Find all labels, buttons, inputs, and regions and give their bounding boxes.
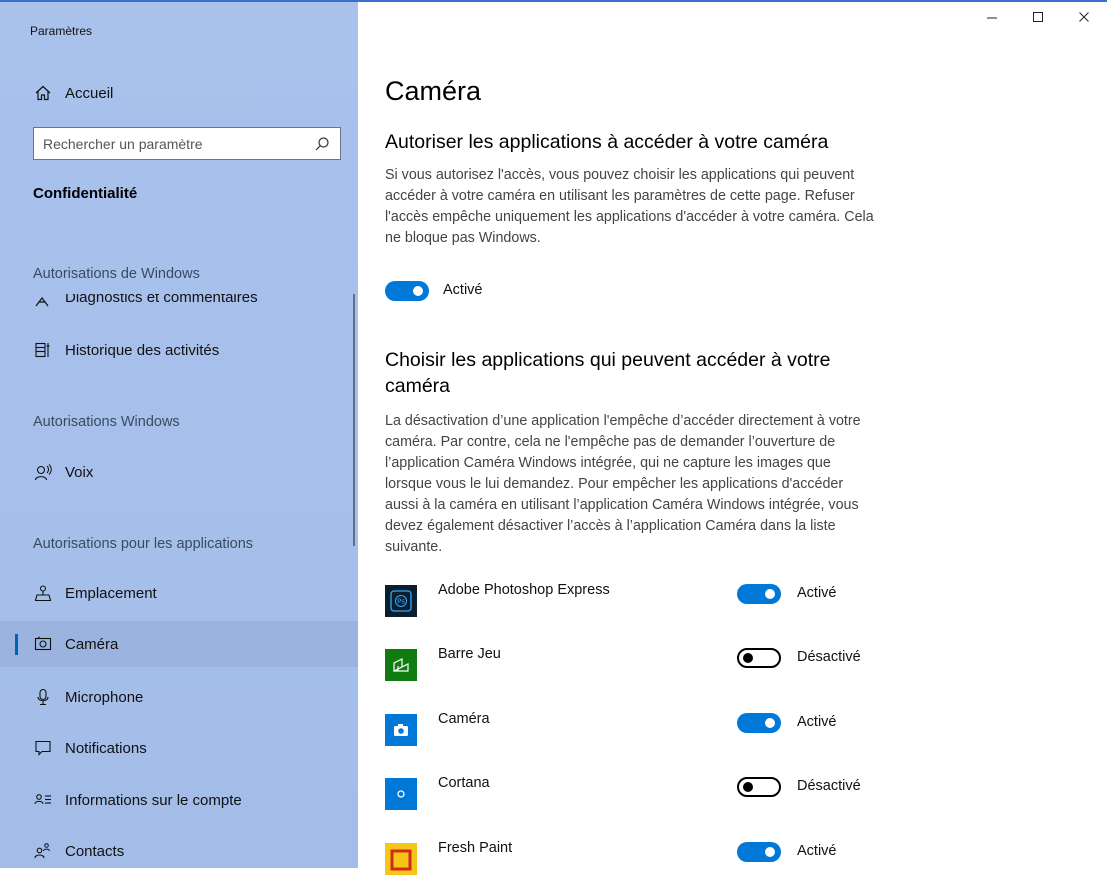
sidebar-item-label: Contacts bbox=[65, 842, 125, 860]
app-name: Fresh Paint bbox=[438, 840, 513, 856]
app-camera-toggle[interactable] bbox=[737, 648, 781, 668]
section-heading-choose-apps: Choisir les applications qui peuvent acc… bbox=[385, 349, 831, 397]
group-heading: Autorisations Windows bbox=[33, 414, 180, 430]
maximize-button[interactable] bbox=[1015, 0, 1061, 34]
global-camera-toggle[interactable] bbox=[385, 281, 429, 301]
app-name: Barre Jeu bbox=[438, 646, 501, 662]
app-camera-toggle[interactable] bbox=[737, 713, 781, 733]
contacts-icon bbox=[33, 841, 53, 861]
sidebar-item-label: Microphone bbox=[65, 688, 144, 706]
page-title: Caméra bbox=[385, 76, 482, 106]
app-row: Ps Adobe Photoshop Express Activé bbox=[385, 580, 1107, 630]
sidebar-item-home[interactable]: Accueil bbox=[0, 70, 358, 116]
svg-text:Ps: Ps bbox=[397, 598, 405, 606]
sidebar-item-label: Notifications bbox=[65, 739, 147, 757]
sidebar-item-label: Informations sur le compte bbox=[65, 791, 242, 809]
minimize-button[interactable] bbox=[969, 0, 1015, 34]
sidebar-item-notifications[interactable]: Notifications bbox=[0, 725, 358, 771]
sidebar-item-label: Accueil bbox=[65, 84, 114, 102]
home-icon bbox=[33, 83, 53, 103]
sidebar-item-label: Voix bbox=[65, 463, 94, 481]
search-box[interactable] bbox=[33, 127, 341, 160]
app-name: Adobe Photoshop Express bbox=[438, 582, 610, 598]
camera-app-icon bbox=[385, 714, 417, 746]
sidebar-item-label: Emplacement bbox=[65, 584, 157, 602]
category-heading: Confidentialité bbox=[33, 185, 138, 202]
app-name: Cortana bbox=[438, 775, 490, 791]
location-icon bbox=[33, 583, 53, 603]
sidebar: Paramètres Accueil Confidentialité Autor… bbox=[0, 2, 358, 868]
app-row: Caméra Activé bbox=[385, 709, 1107, 759]
maximize-icon bbox=[1033, 12, 1043, 22]
app-camera-toggle[interactable] bbox=[737, 842, 781, 862]
search-input[interactable] bbox=[34, 134, 314, 153]
fresh-paint-icon bbox=[385, 843, 417, 875]
toggle-state-label: Activé bbox=[797, 585, 837, 601]
window-controls bbox=[969, 0, 1107, 34]
close-button[interactable] bbox=[1061, 0, 1107, 34]
cortana-icon bbox=[385, 778, 417, 810]
sidebar-item-label: Historique des activités bbox=[65, 341, 220, 359]
toggle-state-label: Activé bbox=[797, 843, 837, 859]
sidebar-item-microphone[interactable]: Microphone bbox=[0, 674, 358, 720]
app-title: Paramètres bbox=[30, 24, 93, 38]
group-heading: Autorisations de Windows bbox=[33, 266, 200, 282]
sidebar-item-voice[interactable]: Voix bbox=[0, 449, 358, 495]
sidebar-item-activity-history[interactable]: Historique des activités bbox=[0, 327, 358, 373]
game-bar-icon bbox=[385, 649, 417, 681]
search-icon[interactable] bbox=[314, 136, 330, 152]
account-info-icon bbox=[33, 790, 53, 810]
toggle-state-label: Désactivé bbox=[797, 778, 861, 794]
toggle-state-label: Activé bbox=[797, 714, 837, 730]
app-row: Fresh Paint Activé bbox=[385, 838, 1107, 888]
sidebar-item-contacts[interactable]: Contacts bbox=[0, 828, 358, 868]
minimize-icon bbox=[987, 17, 997, 19]
microphone-icon bbox=[33, 687, 53, 707]
camera-icon bbox=[33, 634, 53, 654]
sidebar-item-account-info[interactable]: Informations sur le compte bbox=[0, 777, 358, 823]
close-icon bbox=[1079, 12, 1089, 22]
app-row: Cortana Désactivé bbox=[385, 773, 1107, 823]
main-content: Caméra Autoriser les applications à accé… bbox=[385, 0, 1107, 875]
section-description-allow: Si vous autorisez l'accès, vous pouvez c… bbox=[385, 167, 874, 246]
sidebar-item-label: Diagnostics et commentaires bbox=[65, 294, 258, 306]
sidebar-item-camera[interactable]: Caméra bbox=[0, 621, 358, 667]
toggle-state-label: Activé bbox=[443, 282, 483, 298]
app-camera-toggle[interactable] bbox=[737, 777, 781, 797]
sidebar-item-location[interactable]: Emplacement bbox=[0, 570, 358, 616]
app-row: Barre Jeu Désactivé bbox=[385, 644, 1107, 694]
photoshop-express-icon: Ps bbox=[385, 585, 417, 617]
app-name: Caméra bbox=[438, 711, 490, 727]
diagnostics-icon bbox=[33, 294, 53, 308]
group-heading: Autorisations pour les applications bbox=[33, 536, 254, 552]
sidebar-item-diagnostics[interactable]: Diagnostics et commentaires bbox=[33, 294, 258, 308]
app-camera-toggle[interactable] bbox=[737, 584, 781, 604]
sidebar-item-label: Caméra bbox=[65, 635, 119, 653]
section-description-choose-apps: La désactivation d’une application l'emp… bbox=[385, 413, 861, 555]
voice-icon bbox=[33, 462, 53, 482]
section-heading-allow: Autoriser les applications à accéder à v… bbox=[385, 131, 829, 153]
notification-icon bbox=[33, 738, 53, 758]
activity-history-icon bbox=[33, 340, 53, 360]
toggle-state-label: Désactivé bbox=[797, 649, 861, 665]
